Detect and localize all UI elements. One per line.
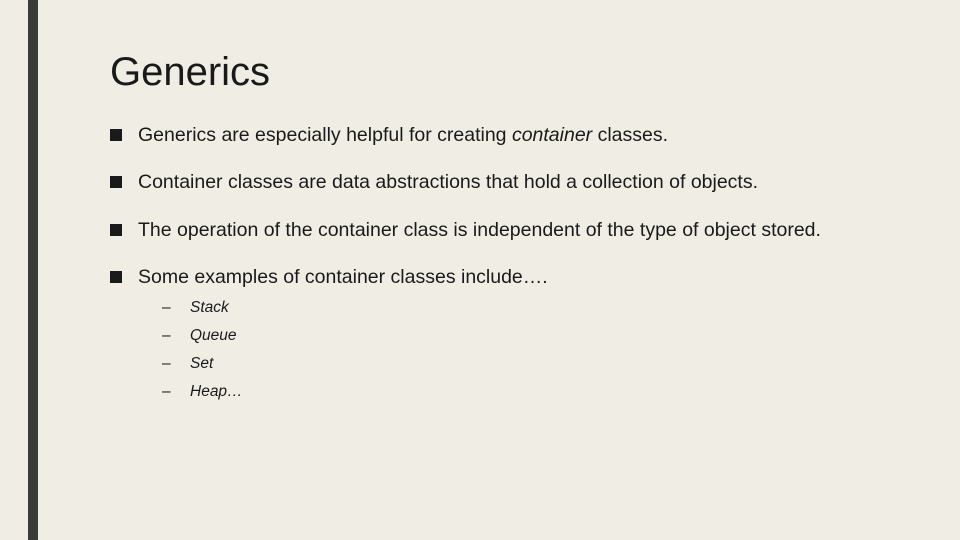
sub-item: Queue xyxy=(162,324,880,348)
bullet-text-post: classes. xyxy=(592,124,668,146)
bullet-item: Container classes are data abstractions … xyxy=(110,170,880,195)
sub-item: Set xyxy=(162,352,880,376)
bullet-item: Some examples of container classes inclu… xyxy=(110,265,880,404)
sub-list: Stack Queue Set Heap… xyxy=(162,296,880,404)
slide-title: Generics xyxy=(110,50,880,95)
bullet-item: The operation of the container class is … xyxy=(110,218,880,243)
sub-item: Stack xyxy=(162,296,880,320)
bullet-item: Generics are especially helpful for crea… xyxy=(110,123,880,148)
slide: Generics Generics are especially helpful… xyxy=(0,0,960,540)
bullet-list: Generics are especially helpful for crea… xyxy=(110,123,880,404)
sub-item: Heap… xyxy=(162,380,880,404)
bullet-text: The operation of the container class is … xyxy=(138,219,821,241)
bullet-text-italic: container xyxy=(512,124,592,146)
bullet-text: Container classes are data abstractions … xyxy=(138,171,758,193)
bullet-text: Some examples of container classes inclu… xyxy=(138,266,548,288)
bullet-text-pre: Generics are especially helpful for crea… xyxy=(138,124,512,146)
